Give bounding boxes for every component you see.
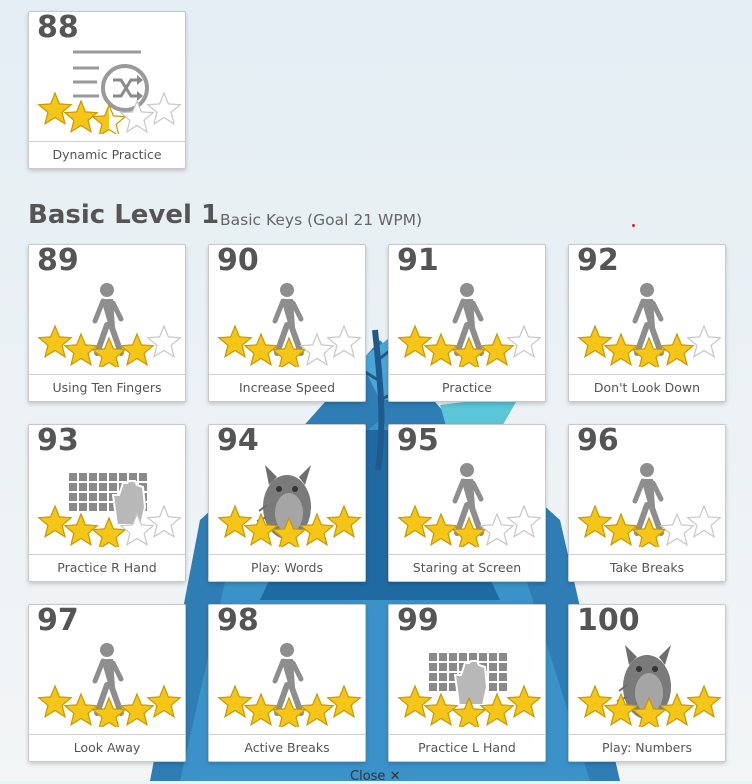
star-3-icon: [91, 103, 127, 134]
star-3-icon: [91, 336, 127, 367]
star-rating: [397, 504, 542, 547]
star-rating: [37, 324, 182, 367]
lesson-card-89[interactable]: 89 Using Ten Fingers: [28, 243, 186, 402]
star-3-icon: [271, 336, 307, 367]
star-rating: [37, 504, 182, 547]
star-1-icon: [397, 324, 433, 359]
star-5-icon: [146, 684, 182, 719]
star-5-icon: [506, 324, 542, 359]
star-1-icon: [217, 324, 253, 359]
star-3-icon: [451, 516, 487, 547]
star-rating: [577, 324, 722, 367]
close-label: Close: [350, 769, 386, 784]
star-rating: [577, 684, 722, 727]
lesson-card-100[interactable]: 100 Play: Numbers: [568, 603, 726, 762]
star-1-icon: [217, 504, 253, 539]
star-1-icon: [37, 324, 73, 359]
section-title: Basic Level 1: [28, 200, 220, 230]
star-5-icon: [146, 504, 182, 539]
lesson-card-96[interactable]: 96 Take Breaks: [568, 423, 726, 582]
indicator-dot: [632, 224, 635, 227]
lesson-title: Practice L Hand: [389, 734, 545, 761]
star-5-icon: [326, 504, 362, 539]
lesson-card-99[interactable]: 99 Practice L Hand: [388, 603, 546, 762]
star-3-icon: [91, 516, 127, 547]
star-5-icon: [326, 684, 362, 719]
star-1-icon: [37, 684, 73, 719]
star-5-icon: [506, 504, 542, 539]
star-rating: [397, 324, 542, 367]
lesson-card-90[interactable]: 90 Increase Speed: [208, 243, 366, 402]
lesson-title: Increase Speed: [209, 374, 365, 401]
star-rating: [217, 504, 362, 547]
lesson-title: Staring at Screen: [389, 554, 545, 581]
star-3-icon: [631, 516, 667, 547]
close-icon: ✕: [389, 769, 401, 784]
star-5-icon: [506, 684, 542, 719]
star-rating: [577, 504, 722, 547]
lesson-title: Play: Numbers: [569, 734, 725, 761]
star-3-icon: [451, 696, 487, 727]
lesson-title: Look Away: [29, 734, 185, 761]
lesson-card-92[interactable]: 92 Don't Look Down: [568, 243, 726, 402]
lesson-title: Practice: [389, 374, 545, 401]
star-5-icon: [686, 684, 722, 719]
lesson-title: Dynamic Practice: [29, 141, 185, 168]
star-5-icon: [686, 504, 722, 539]
star-3-icon: [91, 696, 127, 727]
star-5-icon: [686, 324, 722, 359]
lesson-card-94[interactable]: 94 Play: Words: [208, 423, 366, 582]
star-rating: [397, 684, 542, 727]
lesson-card-98[interactable]: 98 Active Breaks: [208, 603, 366, 762]
lesson-card-91[interactable]: 91 Practice: [388, 243, 546, 402]
star-1-icon: [37, 91, 73, 126]
star-rating: [217, 684, 362, 727]
star-3-icon: [631, 336, 667, 367]
star-rating: [37, 684, 182, 727]
close-button[interactable]: Close ✕: [350, 769, 400, 784]
lesson-title: Take Breaks: [569, 554, 725, 581]
lesson-card-97[interactable]: 97 Look Away: [28, 603, 186, 762]
star-3-icon: [451, 336, 487, 367]
lesson-title: Active Breaks: [209, 734, 365, 761]
lesson-card-93[interactable]: 93 Practice R Hand: [28, 423, 186, 582]
star-3-icon: [271, 516, 307, 547]
star-5-icon: [146, 91, 182, 126]
lesson-card-95[interactable]: 95 Staring at Screen: [388, 423, 546, 582]
star-3-icon: [271, 696, 307, 727]
section-subtitle: Basic Keys (Goal 21 WPM): [220, 211, 423, 229]
star-rating: [37, 91, 182, 134]
star-3-icon: [631, 696, 667, 727]
star-1-icon: [577, 684, 613, 719]
star-1-icon: [397, 684, 433, 719]
star-rating: [217, 324, 362, 367]
lesson-title: Don't Look Down: [569, 374, 725, 401]
star-1-icon: [577, 324, 613, 359]
star-1-icon: [577, 504, 613, 539]
lesson-title: Using Ten Fingers: [29, 374, 185, 401]
star-5-icon: [146, 324, 182, 359]
lesson-title: Practice R Hand: [29, 554, 185, 581]
lesson-title: Play: Words: [209, 554, 365, 581]
star-5-icon: [326, 324, 362, 359]
star-1-icon: [217, 684, 253, 719]
star-1-icon: [397, 504, 433, 539]
lesson-card-88[interactable]: 88 Dynamic Practice: [28, 10, 186, 169]
star-1-icon: [37, 504, 73, 539]
